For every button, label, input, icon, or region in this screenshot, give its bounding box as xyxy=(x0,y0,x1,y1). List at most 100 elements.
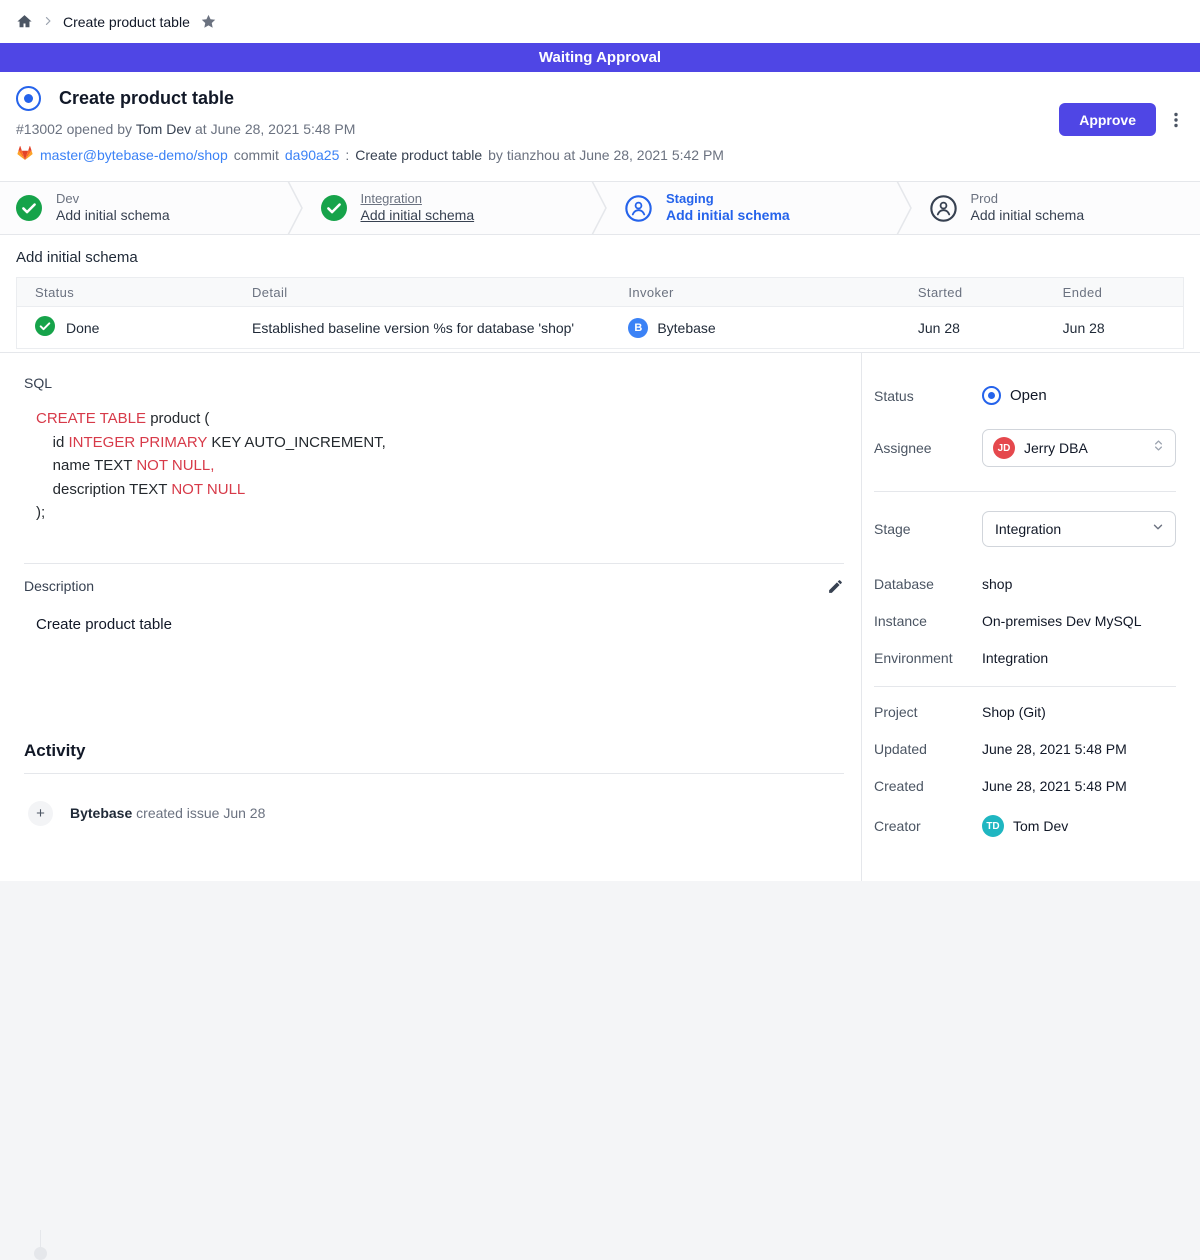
issue-author: Tom Dev xyxy=(136,121,191,137)
commit-word: commit xyxy=(234,147,279,163)
divider xyxy=(24,563,844,564)
commit-author-time: by tianzhou at June 28, 2021 5:42 PM xyxy=(488,147,724,163)
project-label: Project xyxy=(874,704,982,720)
created-label: Created xyxy=(874,778,982,794)
sidebar-status-row: Status Open xyxy=(874,386,1176,405)
stage-select[interactable]: Integration xyxy=(982,511,1176,547)
status-value: Open xyxy=(1010,387,1047,404)
issue-open-icon xyxy=(16,86,41,111)
created-value: June 28, 2021 5:48 PM xyxy=(982,778,1127,794)
stage-env-link[interactable]: Integration xyxy=(361,191,475,207)
creator-value: Tom Dev xyxy=(1013,818,1068,834)
stage-task-link[interactable]: Add initial schema xyxy=(361,207,475,225)
column-ended: Ended xyxy=(1063,278,1184,307)
assignee-avatar: JD xyxy=(993,437,1015,459)
description-content: Create product table xyxy=(36,616,844,633)
assignee-select[interactable]: JD Jerry DBA xyxy=(982,429,1176,467)
task-detail-text: Established baseline version %s for data… xyxy=(252,307,628,349)
assignee-label: Assignee xyxy=(874,440,982,456)
approve-button[interactable]: Approve xyxy=(1059,103,1156,136)
task-row[interactable]: Done Established baseline version %s for… xyxy=(17,307,1184,349)
stage-separator xyxy=(287,181,305,235)
chevron-down-icon xyxy=(1151,520,1165,539)
project-value: Shop (Git) xyxy=(982,704,1046,720)
description-label: Description xyxy=(24,578,94,594)
pipeline-bar: Dev Add initial schema Integration Add i… xyxy=(0,181,1200,235)
sidebar-environment-row: Environment Integration xyxy=(874,650,1176,666)
column-status: Status xyxy=(17,278,253,307)
instance-label: Instance xyxy=(874,613,982,629)
pipeline-stage-staging[interactable]: Staging Add initial schema xyxy=(609,182,896,234)
task-status-text: Done xyxy=(66,320,99,336)
updown-chevron-icon xyxy=(1152,438,1165,458)
creator-avatar: TD xyxy=(982,815,1004,837)
stage-done-icon xyxy=(16,195,42,221)
activity-item: + Bytebase created issue Jun 28 xyxy=(28,801,844,826)
breadcrumb-title: Create product table xyxy=(63,14,190,30)
sidebar-stage-row: Stage Integration xyxy=(874,511,1176,547)
pipeline-stage-integration[interactable]: Integration Add initial schema xyxy=(305,182,592,234)
instance-value: On-premises Dev MySQL xyxy=(982,613,1141,629)
task-ended-text: Jun 28 xyxy=(1063,307,1184,349)
sidebar-project-row: Project Shop (Git) xyxy=(874,704,1176,720)
task-done-icon xyxy=(35,316,55,339)
task-table: Status Detail Invoker Started Ended Done… xyxy=(16,277,1184,349)
sidebar-creator-row: Creator TD Tom Dev xyxy=(874,815,1176,837)
database-label: Database xyxy=(874,576,982,592)
gitlab-icon xyxy=(16,144,34,165)
issue-meta: #13002 opened by Tom Dev at June 28, 202… xyxy=(16,121,1184,137)
banner-text: Waiting Approval xyxy=(539,49,661,66)
task-section: Add initial schema Status Detail Invoker… xyxy=(0,235,1200,352)
stage-separator xyxy=(896,181,914,235)
stage-pending-approval-icon xyxy=(625,195,652,222)
open-status-icon xyxy=(982,386,1001,405)
environment-value: Integration xyxy=(982,650,1048,666)
stage-task-label: Add initial schema xyxy=(666,207,790,225)
pipeline-stage-dev[interactable]: Dev Add initial schema xyxy=(0,182,287,234)
stage-label: Stage xyxy=(874,521,982,537)
stage-env-label: Prod xyxy=(971,191,1085,207)
sidebar-updated-row: Updated June 28, 2021 5:48 PM xyxy=(874,741,1176,757)
activity-title: Activity xyxy=(24,741,844,761)
colon: : xyxy=(345,147,349,163)
task-invoker-text: Bytebase xyxy=(657,320,715,336)
column-started: Started xyxy=(918,278,1063,307)
home-icon[interactable] xyxy=(16,13,33,30)
divider xyxy=(24,773,844,774)
issue-sidebar: Status Open Assignee JD Jerry DBA Stage … xyxy=(862,353,1200,881)
stage-separator xyxy=(591,181,609,235)
pipeline-stage-prod[interactable]: Prod Add initial schema xyxy=(914,182,1200,234)
task-section-title: Add initial schema xyxy=(16,249,1184,266)
stage-done-icon xyxy=(321,195,347,221)
activity-action: created issue Jun 28 xyxy=(136,805,265,821)
favorite-star-icon[interactable] xyxy=(200,13,217,30)
commit-hash-link[interactable]: da90a25 xyxy=(285,147,340,163)
status-label: Status xyxy=(874,388,982,404)
plus-icon: + xyxy=(28,801,53,826)
column-invoker: Invoker xyxy=(628,278,918,307)
updated-label: Updated xyxy=(874,741,982,757)
issue-open-time: at June 28, 2021 5:48 PM xyxy=(195,121,355,137)
stage-env-label: Dev xyxy=(56,191,170,207)
updated-value: June 28, 2021 5:48 PM xyxy=(982,741,1127,757)
assignee-value: Jerry DBA xyxy=(1024,440,1143,456)
commit-message: Create product table xyxy=(355,147,482,163)
breadcrumb: Create product table xyxy=(0,0,1200,43)
more-menu-icon[interactable] xyxy=(1168,111,1184,129)
edit-pencil-icon[interactable] xyxy=(827,578,844,595)
sidebar-created-row: Created June 28, 2021 5:48 PM xyxy=(874,778,1176,794)
divider xyxy=(874,686,1176,687)
stage-value: Integration xyxy=(993,521,1142,537)
stage-env-label: Staging xyxy=(666,191,790,207)
creator-label: Creator xyxy=(874,818,982,834)
column-detail: Detail xyxy=(252,278,628,307)
sidebar-assignee-row: Assignee JD Jerry DBA xyxy=(874,429,1176,467)
environment-label: Environment xyxy=(874,650,982,666)
task-started-text: Jun 28 xyxy=(918,307,1063,349)
task-table-header: Status Detail Invoker Started Ended xyxy=(17,278,1184,307)
issue-title: Create product table xyxy=(59,88,234,109)
sidebar-instance-row: Instance On-premises Dev MySQL xyxy=(874,613,1176,629)
stage-task-label: Add initial schema xyxy=(56,207,170,225)
activity-author: Bytebase xyxy=(70,805,132,821)
branch-link[interactable]: master@bytebase-demo/shop xyxy=(40,147,228,163)
